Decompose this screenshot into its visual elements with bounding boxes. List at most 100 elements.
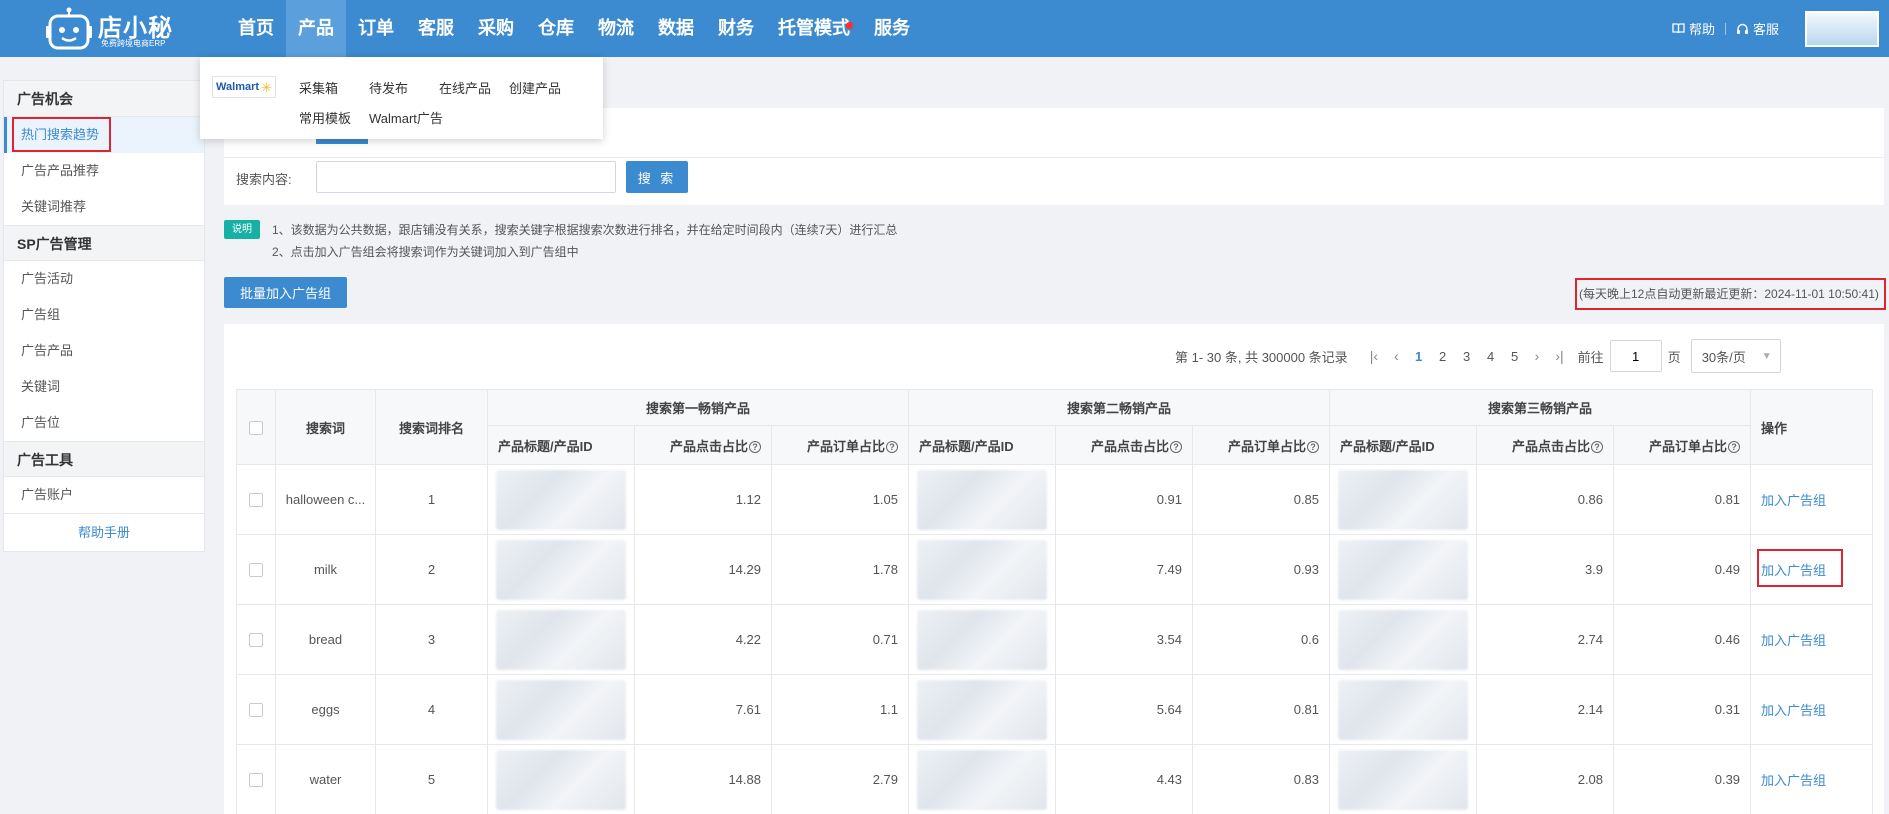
sidebar-item-placements[interactable]: 广告位 [4, 405, 204, 441]
nav-customer-service[interactable]: 客服 [406, 0, 466, 57]
add-to-ad-group-link[interactable]: 加入广告组 [1761, 563, 1826, 578]
col-header-p2-order-label: 产品订单占比 [1228, 438, 1307, 454]
order-share-cell: 0.93 [1192, 534, 1331, 605]
table-row: water 5 14.88 2.79 4.43 0.83 2.08 0.39 加… [236, 744, 1874, 814]
nav-data[interactable]: 数据 [646, 0, 706, 57]
product-title-cell [1329, 674, 1478, 745]
row-checkbox[interactable] [249, 563, 263, 578]
menu-item-walmart-ads[interactable]: Walmart广告 [369, 108, 443, 127]
sidebar-item-hot-search-trends[interactable]: 热门搜索趋势 [4, 117, 204, 153]
table-row: bread 3 4.22 0.71 3.54 0.6 2.74 0.46 加入广… [236, 604, 1874, 675]
nav-home[interactable]: 首页 [226, 0, 286, 57]
user-avatar[interactable] [1805, 10, 1879, 47]
sidebar-item-ad-products[interactable]: 广告产品 [4, 333, 204, 369]
page-1[interactable]: 1 [1407, 349, 1431, 364]
order-share-cell: 0.85 [1192, 464, 1331, 535]
sidebar-item-keywords[interactable]: 关键词 [4, 369, 204, 405]
goto-label: 前往 [1577, 349, 1604, 365]
product-title-cell [1329, 604, 1478, 675]
question-icon[interactable]: ? [886, 440, 899, 453]
prev-page-icon[interactable]: ‹ [1386, 348, 1407, 364]
page-2[interactable]: 2 [1431, 349, 1455, 364]
main-nav: 首页 产品 订单 客服 采购 仓库 物流 数据 财务 托管模式 服务 [226, 0, 922, 57]
action-cell: 加入广告组 [1750, 534, 1874, 605]
click-share-cell: 4.43 [1055, 744, 1194, 814]
product-title-cell [487, 464, 635, 535]
nav-finance[interactable]: 财务 [706, 0, 766, 57]
sidebar-item-keyword-recommend[interactable]: 关键词推荐 [4, 189, 204, 225]
page-3[interactable]: 3 [1455, 349, 1479, 364]
headset-icon [1736, 23, 1748, 34]
menu-item-collection-box[interactable]: 采集箱 [299, 78, 338, 97]
help-link[interactable]: 帮助 [1662, 19, 1725, 38]
add-to-ad-group-link[interactable]: 加入广告组 [1761, 773, 1826, 788]
nav-services[interactable]: 服务 [862, 0, 922, 57]
select-all-checkbox[interactable] [249, 420, 263, 435]
click-share-cell: 2.08 [1476, 744, 1615, 814]
row-checkbox[interactable] [249, 493, 263, 508]
row-checkbox[interactable] [249, 703, 263, 718]
click-share-cell: 0.86 [1476, 464, 1615, 535]
product-title-cell [487, 744, 635, 814]
action-cell: 加入广告组 [1750, 604, 1874, 675]
add-to-ad-group-link[interactable]: 加入广告组 [1761, 703, 1826, 718]
question-icon[interactable]: ? [1170, 440, 1183, 453]
col-header-p1-title: 产品标题/产品ID [487, 425, 635, 465]
rank-cell: 4 [375, 674, 488, 745]
sidebar-item-ad-product-recommend[interactable]: 广告产品推荐 [4, 153, 204, 189]
nav-warehouse[interactable]: 仓库 [526, 0, 586, 57]
first-page-icon[interactable]: |‹ [1362, 348, 1386, 364]
nav-products[interactable]: 产品 [286, 0, 346, 57]
nav-hosting-mode[interactable]: 托管模式 [766, 0, 862, 57]
page-5[interactable]: 5 [1503, 349, 1527, 364]
menu-item-create-product[interactable]: 创建产品 [509, 78, 561, 97]
row-checkbox[interactable] [249, 633, 263, 648]
search-button[interactable]: 搜 索 [626, 161, 688, 193]
last-page-icon[interactable]: ›| [1547, 348, 1571, 364]
row-checkbox[interactable] [249, 773, 263, 788]
row-select-cell [236, 744, 276, 814]
add-to-ad-group-link[interactable]: 加入广告组 [1761, 633, 1826, 648]
page-size-select[interactable]: 30条/页 ▼ [1690, 339, 1781, 373]
click-share-cell: 5.64 [1055, 674, 1194, 745]
help-manual-link[interactable]: 帮助手册 [4, 513, 204, 551]
nav-purchase[interactable]: 采购 [466, 0, 526, 57]
brand-logo[interactable]: 店小秘 免费跨境电商ERP [46, 5, 186, 51]
blurred-product-info [496, 679, 626, 740]
click-share-cell: 7.49 [1055, 534, 1194, 605]
col-header-p2-order: 产品订单占比? [1192, 425, 1331, 465]
row-select-cell [236, 534, 276, 605]
page-4[interactable]: 4 [1479, 349, 1503, 364]
menu-item-templates[interactable]: 常用模板 [299, 108, 351, 127]
add-to-ad-group-link[interactable]: 加入广告组 [1761, 493, 1826, 508]
sidebar-item-ad-groups[interactable]: 广告组 [4, 297, 204, 333]
col-header-p3-click: 产品点击占比? [1476, 425, 1615, 465]
question-icon[interactable]: ? [749, 440, 761, 453]
search-input[interactable] [316, 161, 616, 193]
col-header-p2-click: 产品点击占比? [1055, 425, 1194, 465]
question-icon[interactable]: ? [1307, 440, 1320, 453]
action-cell: 加入广告组 [1750, 744, 1874, 814]
goto-page-input[interactable] [1609, 340, 1662, 372]
sidebar-item-ad-accounts[interactable]: 广告账户 [4, 477, 204, 513]
batch-add-to-ad-group-button[interactable]: 批量加入广告组 [224, 277, 347, 308]
menu-item-pending-publish[interactable]: 待发布 [369, 78, 408, 97]
sidebar-item-campaigns[interactable]: 广告活动 [4, 261, 204, 297]
service-link[interactable]: 客服 [1726, 19, 1789, 38]
menu-item-online-products[interactable]: 在线产品 [439, 78, 491, 97]
product-title-cell [1329, 534, 1478, 605]
top-navbar: 店小秘 免费跨境电商ERP 首页 产品 订单 客服 采购 仓库 物流 数据 财务… [0, 0, 1889, 57]
keyword-cell: halloween c... [275, 464, 376, 535]
keyword-cell: water [275, 744, 376, 814]
next-page-icon[interactable]: › [1527, 348, 1548, 364]
help-link-label: 帮助 [1688, 22, 1715, 37]
nav-logistics[interactable]: 物流 [586, 0, 646, 57]
click-share-cell: 3.54 [1055, 604, 1194, 675]
group-header-product-1: 搜索第一畅销产品 [486, 389, 910, 426]
question-icon[interactable]: ? [1591, 440, 1604, 453]
nav-orders[interactable]: 订单 [346, 0, 406, 57]
table-row: milk 2 14.29 1.78 7.49 0.93 3.9 0.49 加入广… [236, 534, 1874, 605]
pager-summary: 第 1- 30 条, 共 300000 条记录 [1175, 349, 1348, 365]
question-icon[interactable]: ? [1728, 440, 1741, 453]
order-share-cell: 0.81 [1192, 674, 1331, 745]
